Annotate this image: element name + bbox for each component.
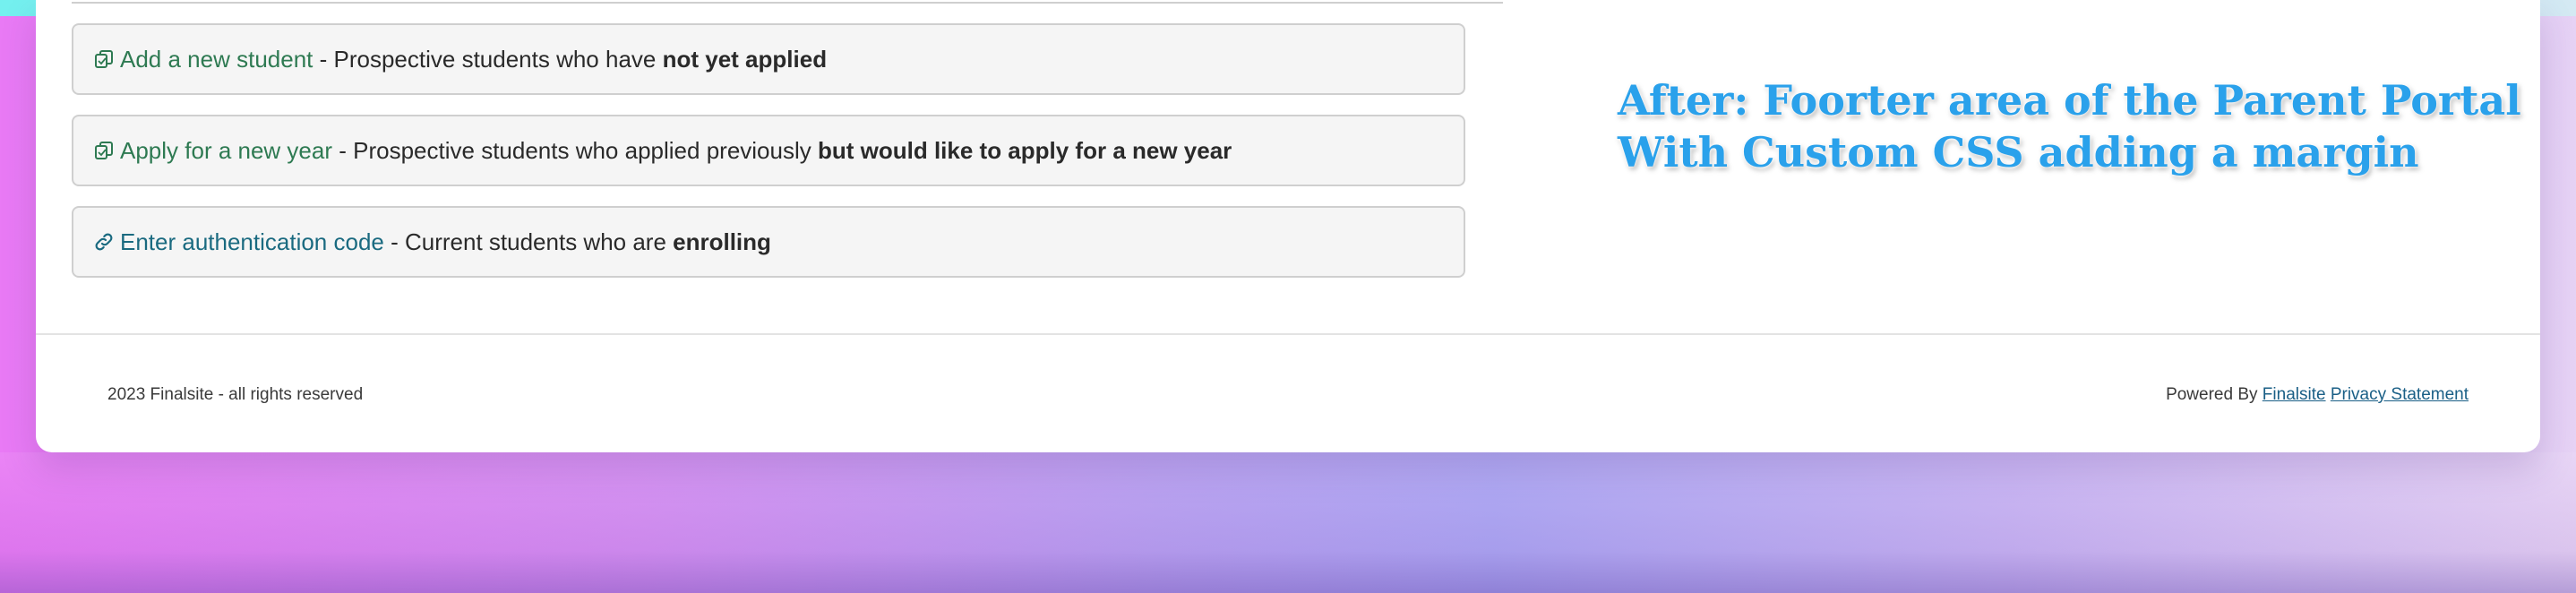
powered-by-label: Powered By xyxy=(2166,385,2263,404)
option-separator: - xyxy=(383,228,405,255)
annotation-line-2: With Custom CSS adding a margin xyxy=(1618,128,2419,176)
option-description: Prospective students who applied previou… xyxy=(353,136,818,164)
option-separator: - xyxy=(332,136,354,164)
option-description: Current students who are xyxy=(404,228,674,255)
portal-card: Add a new student - Prospective students… xyxy=(36,0,2540,452)
option-emphasis: enrolling xyxy=(673,228,771,255)
option-separator: - xyxy=(313,45,334,73)
option-emphasis: but would like to apply for a new year xyxy=(817,136,1232,164)
privacy-statement-link[interactable]: Privacy Statement xyxy=(2331,385,2469,404)
option-add-new-student[interactable]: Add a new student - Prospective students… xyxy=(72,23,1465,95)
top-divider xyxy=(72,2,1503,4)
option-description: Prospective students who have xyxy=(333,45,663,73)
screenshot-annotation: After: Foorter area of the Parent Portal… xyxy=(1618,74,2521,178)
footer-copyright: 2023 Finalsite - all rights reserved xyxy=(107,385,364,404)
annotation-line-1: After: Foorter area of the Parent Portal xyxy=(1618,76,2521,125)
footer-divider xyxy=(36,333,2540,335)
enter-authentication-code-link[interactable]: Enter authentication code xyxy=(120,228,384,256)
footer-powered-by: Powered By Finalsite Privacy Statement xyxy=(2166,385,2469,405)
copy-icon xyxy=(91,47,116,72)
option-apply-new-year[interactable]: Apply for a new year - Prospective stude… xyxy=(72,115,1465,186)
finalsite-link[interactable]: Finalsite xyxy=(2263,385,2326,404)
apply-new-year-link[interactable]: Apply for a new year xyxy=(120,137,332,165)
background-shade xyxy=(0,452,2576,593)
option-enter-authentication-code[interactable]: Enter authentication code - Current stud… xyxy=(72,206,1465,278)
link-icon xyxy=(91,229,116,254)
add-new-student-link[interactable]: Add a new student xyxy=(120,46,313,73)
copy-icon xyxy=(91,138,116,163)
option-emphasis: not yet applied xyxy=(662,45,828,73)
